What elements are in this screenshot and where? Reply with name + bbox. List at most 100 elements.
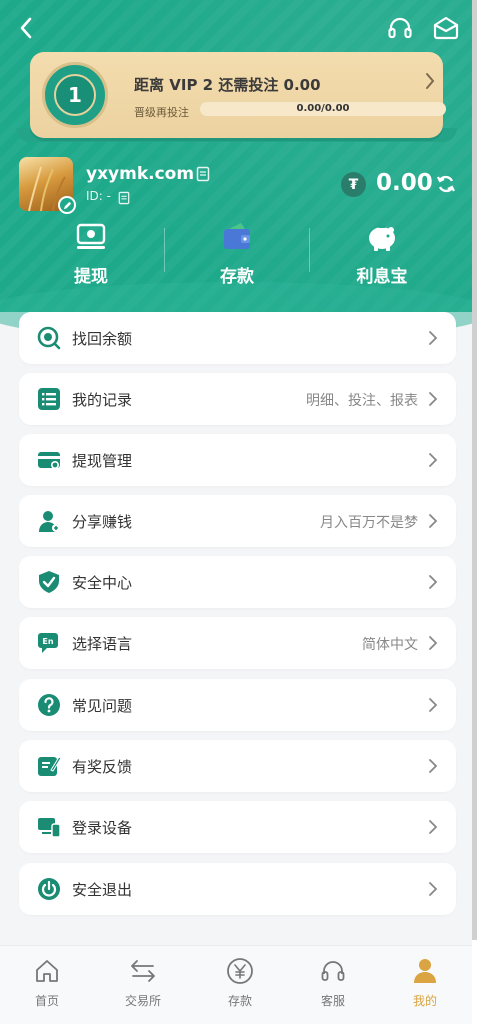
interest-label: 利息宝 — [356, 267, 408, 287]
menu-label: 选择语言 — [72, 635, 133, 653]
vip-chevron-right-icon — [425, 72, 435, 95]
action-divider — [164, 228, 165, 272]
copy-id-button[interactable] — [118, 190, 130, 205]
menu-my-records[interactable]: 我的记录 明细、投注、报表 — [19, 373, 456, 425]
withdraw-icon — [74, 220, 108, 254]
user-id: ID: - — [86, 189, 111, 203]
chevron-right-icon — [429, 820, 438, 834]
vip-card[interactable]: 1 距离 VIP 2 还需投注 0.00 晋级再投注 0.00/0.00 — [30, 52, 446, 138]
menu-value: 月入百万不是梦 — [320, 515, 418, 531]
menu-label: 有奖反馈 — [72, 758, 133, 776]
scrollbar[interactable] — [472, 0, 477, 940]
nav-customer-service[interactable]: 客服 — [286, 956, 380, 1016]
deposit-action[interactable]: 存款 — [177, 220, 297, 290]
list-icon — [38, 388, 60, 410]
svg-text:En: En — [42, 637, 53, 646]
nav-exchange[interactable]: 交易所 — [96, 956, 190, 1016]
vip-title-prefix: 距离 — [134, 76, 165, 94]
menu-label: 分享赚钱 — [72, 513, 133, 531]
question-icon — [38, 694, 60, 716]
chevron-right-icon — [429, 392, 438, 406]
chevron-right-icon — [429, 759, 438, 773]
vip-progress-text: 0.00/0.00 — [296, 103, 350, 114]
devices-icon — [38, 818, 61, 838]
menu-login-devices[interactable]: 登录设备 — [19, 801, 456, 853]
yen-icon — [225, 956, 255, 986]
copy-icon — [118, 191, 130, 205]
menu-faq[interactable]: 常见问题 — [19, 679, 456, 731]
chevron-right-icon — [429, 575, 438, 589]
menu-label: 安全退出 — [72, 881, 133, 899]
vip-level: VIP 2 — [169, 76, 214, 94]
menu-label: 找回余额 — [72, 330, 133, 348]
card-settings-icon — [38, 452, 60, 469]
withdraw-action[interactable]: 提现 — [31, 220, 151, 290]
edit-avatar-button[interactable] — [58, 196, 76, 214]
action-divider — [309, 228, 310, 272]
copy-username-button[interactable] — [196, 166, 210, 182]
envelope-icon — [433, 16, 459, 40]
chevron-left-icon — [20, 17, 32, 39]
nav-my[interactable]: 我的 — [378, 956, 472, 1016]
share-user-icon — [39, 511, 60, 532]
vip-medal-number: 1 — [54, 74, 96, 116]
menu-select-language[interactable]: En 选择语言 简体中文 — [19, 617, 456, 669]
username: yxymk.com — [86, 164, 195, 184]
nav-label: 首页 — [34, 994, 59, 1008]
nav-label: 客服 — [320, 994, 345, 1008]
headset-icon — [318, 956, 348, 986]
menu-withdraw-management[interactable]: 提现管理 — [19, 434, 456, 486]
back-button[interactable] — [14, 14, 38, 42]
profile-page: 1 距离 VIP 2 还需投注 0.00 晋级再投注 0.00/0.00 yxy… — [0, 0, 472, 1024]
menu-security-center[interactable]: 安全中心 — [19, 556, 456, 608]
user-icon — [410, 956, 440, 986]
copy-icon — [196, 166, 210, 182]
chevron-right-icon — [429, 453, 438, 467]
vip-title: 距离 VIP 2 还需投注 0.00 — [134, 74, 321, 95]
menu-label: 登录设备 — [72, 819, 133, 837]
piggy-bank-icon — [365, 220, 399, 254]
nav-deposit[interactable]: 存款 — [193, 956, 287, 1016]
chevron-right-icon — [429, 882, 438, 896]
menu-share-earn[interactable]: 分享赚钱 月入百万不是梦 — [19, 495, 456, 547]
home-icon — [32, 956, 62, 986]
headset-icon — [388, 17, 412, 39]
menu-value: 简体中文 — [362, 637, 418, 653]
nav-label: 存款 — [227, 994, 252, 1008]
vip-title-suffix: 还需投注 0.00 — [218, 76, 321, 94]
withdraw-label: 提现 — [74, 267, 108, 287]
chevron-right-icon — [429, 636, 438, 650]
vip-medal-icon: 1 — [42, 62, 108, 128]
wallet-icon — [220, 220, 254, 254]
feedback-icon — [38, 756, 61, 776]
menu-label: 安全中心 — [72, 574, 133, 592]
nav-home[interactable]: 首页 — [0, 956, 94, 1016]
menu-logout[interactable]: 安全退出 — [19, 863, 456, 915]
menu-label: 提现管理 — [72, 452, 133, 470]
search-coin-icon — [37, 326, 61, 350]
refresh-icon — [437, 175, 455, 193]
nav-label: 交易所 — [124, 994, 161, 1008]
interest-action[interactable]: 利息宝 — [322, 220, 442, 290]
menu-value: 明细、投注、报表 — [306, 393, 418, 409]
menu-feedback[interactable]: 有奖反馈 — [19, 740, 456, 792]
messages-button[interactable] — [432, 14, 460, 42]
header: 1 距离 VIP 2 还需投注 0.00 晋级再投注 0.00/0.00 yxy… — [0, 0, 472, 342]
chevron-right-icon — [429, 698, 438, 712]
exchange-icon — [128, 956, 158, 986]
nav-label: 我的 — [412, 994, 437, 1008]
menu-label: 我的记录 — [72, 391, 133, 409]
refresh-balance-button[interactable] — [436, 174, 456, 194]
shield-check-icon — [39, 571, 59, 593]
deposit-label: 存款 — [220, 267, 254, 287]
vip-progress-bar: 0.00/0.00 — [200, 102, 446, 116]
menu-label: 常见问题 — [72, 697, 133, 715]
usdt-coin-icon: ₮ — [341, 172, 366, 197]
customer-service-button[interactable] — [386, 14, 414, 42]
pencil-icon — [63, 201, 71, 209]
chevron-right-icon — [429, 514, 438, 528]
vip-progress-label: 晋级再投注 — [134, 106, 189, 119]
menu-recover-balance[interactable]: 找回余额 — [19, 312, 456, 364]
balance-amount: 0.00 — [376, 170, 433, 196]
power-icon — [38, 878, 60, 900]
